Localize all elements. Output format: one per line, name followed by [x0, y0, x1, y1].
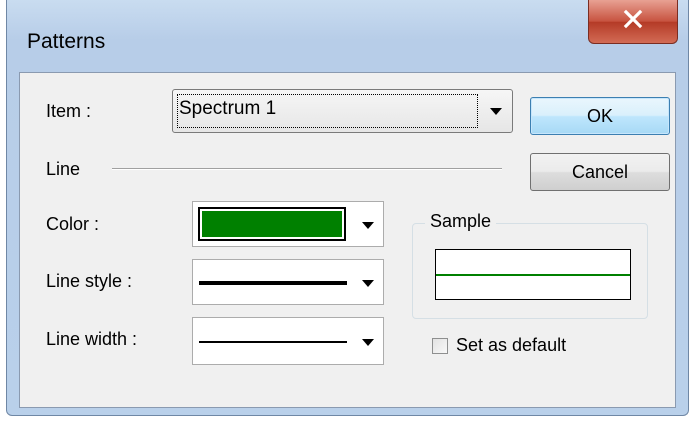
chevron-down-icon — [362, 280, 374, 287]
chevron-down-icon — [362, 222, 374, 229]
line-group-label: Line — [46, 159, 81, 179]
line-width-preview — [199, 341, 347, 343]
line-group-separator — [112, 168, 502, 170]
sample-legend: Sample — [425, 211, 497, 232]
line-width-select[interactable] — [192, 317, 384, 365]
color-label: Color : — [46, 214, 100, 234]
line-style-preview — [199, 281, 347, 285]
cancel-button-label: Cancel — [571, 161, 629, 182]
sample-group: Sample — [412, 211, 648, 319]
line-width-label: Line width : — [46, 329, 138, 349]
color-select[interactable] — [192, 201, 384, 247]
line-style-label: Line style : — [46, 271, 133, 291]
ok-button[interactable]: OK — [530, 97, 670, 135]
item-select-value: Spectrum 1 — [179, 98, 277, 119]
dialog-title: Patterns — [27, 30, 106, 53]
chevron-down-icon — [362, 339, 374, 346]
sample-line — [436, 274, 630, 276]
dialog-client-area: Item : Spectrum 1 OK Cancel Line Color :… — [19, 72, 676, 408]
patterns-dialog: Patterns Item : Spectrum 1 OK Cancel Lin… — [6, 0, 689, 416]
item-label: Item : — [46, 101, 92, 121]
line-style-select[interactable] — [192, 259, 384, 305]
color-swatch — [198, 207, 346, 241]
close-button[interactable] — [588, 0, 678, 44]
close-icon — [622, 9, 644, 34]
item-select[interactable]: Spectrum 1 — [172, 89, 513, 133]
chevron-down-icon — [490, 108, 502, 115]
ok-button-label: OK — [586, 105, 613, 126]
title-bar[interactable]: Patterns — [7, 0, 688, 72]
set-as-default-label: Set as default — [456, 335, 567, 355]
sample-preview — [435, 249, 631, 300]
cancel-button[interactable]: Cancel — [530, 153, 670, 191]
checkbox-box[interactable] — [432, 338, 448, 354]
